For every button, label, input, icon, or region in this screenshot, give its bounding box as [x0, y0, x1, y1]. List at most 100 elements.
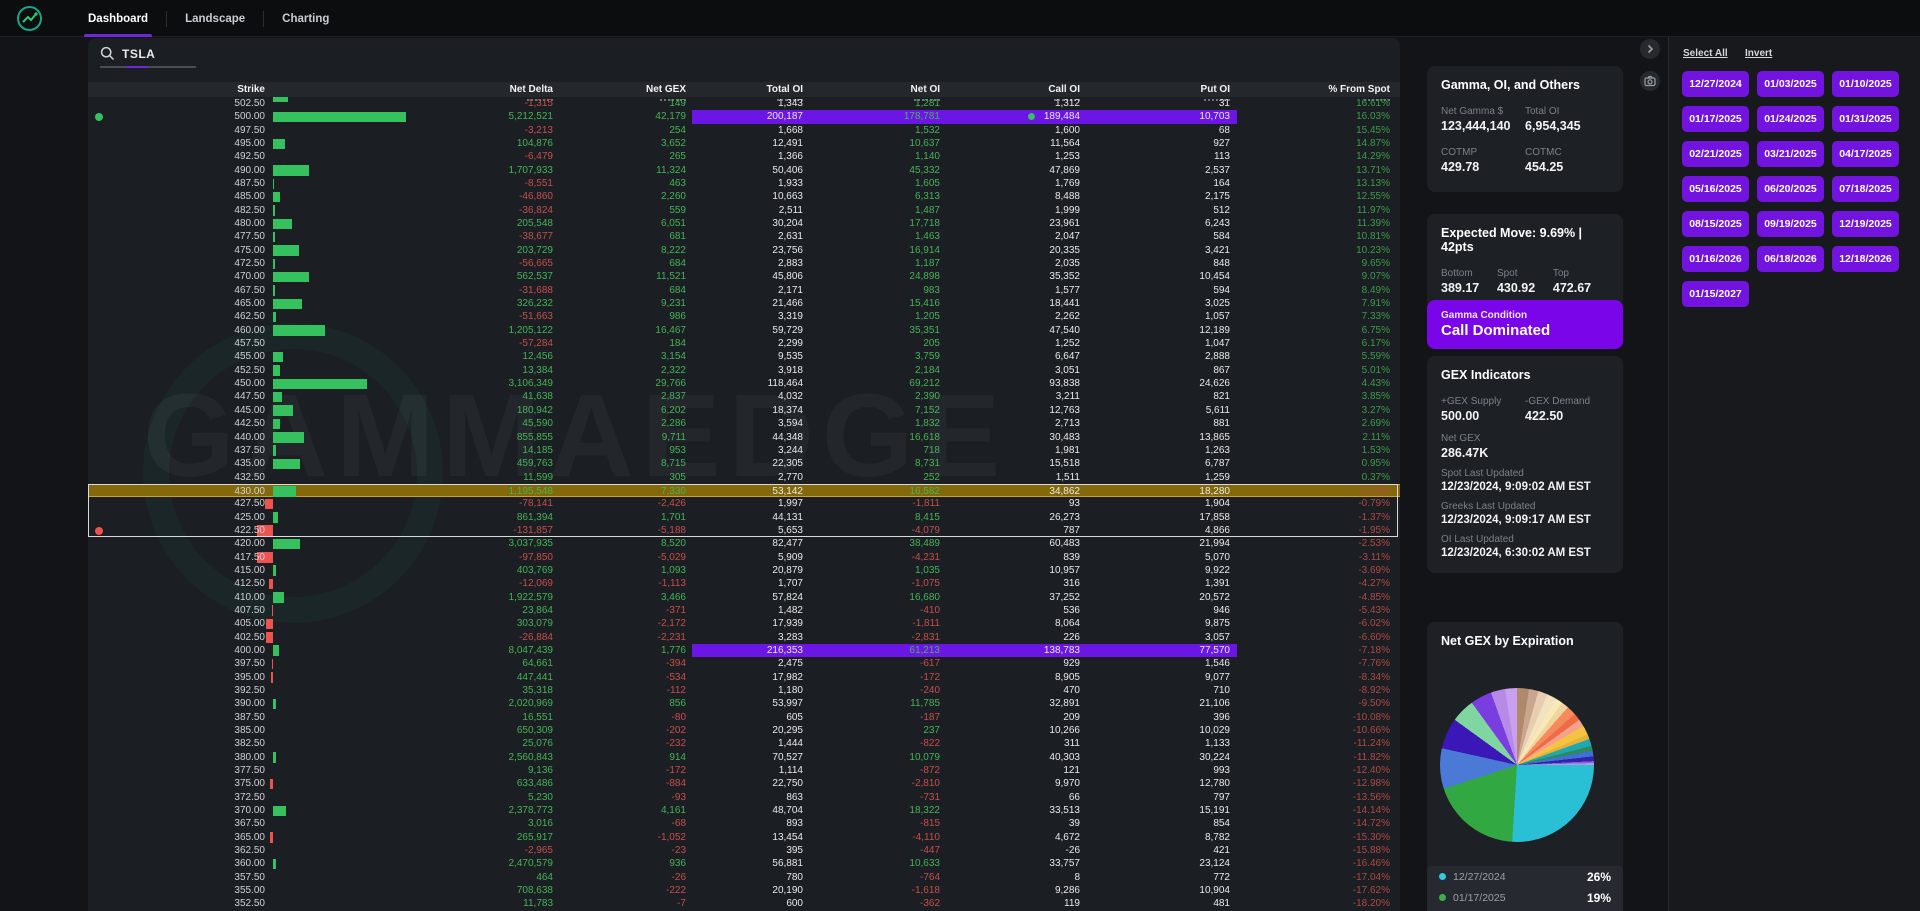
expiry-date-button[interactable]: 12/18/2026	[1832, 246, 1899, 272]
table-row[interactable]: 407.5023,864-3711,482-410536946-5.43%	[88, 604, 1400, 617]
table-row[interactable]: 447.5041,6382,8374,0322,3903,2118213.85%	[88, 390, 1400, 403]
table-row[interactable]: 487.50-8,5514631,9331,6051,76916413.13%	[88, 177, 1400, 190]
column-header-put-oi[interactable]: Put OI	[1080, 84, 1230, 95]
table-row[interactable]: 390.002,020,96985653,99711,78532,89121,1…	[88, 697, 1400, 710]
table-row[interactable]: 442.5045,5902,2863,5941,8322,7138812.69%	[88, 417, 1400, 430]
table-row[interactable]: 422.50-131,857-5,1885,653-4,0797874,866-…	[88, 524, 1400, 537]
expiry-date-button[interactable]: 01/15/2027	[1682, 281, 1749, 307]
table-row[interactable]: 397.5064,661-3942,475-6179291,546-7.76%	[88, 657, 1400, 670]
expiry-date-button[interactable]: 05/16/2025	[1682, 176, 1749, 202]
nav-tab-dashboard[interactable]: Dashboard	[70, 0, 166, 37]
column-header-net-delta[interactable]: Net Delta	[403, 84, 553, 95]
table-row[interactable]: 450.003,106,34929,766118,46469,21293,838…	[88, 377, 1400, 390]
expiry-date-button[interactable]: 02/21/2025	[1682, 141, 1749, 167]
ticker-search[interactable]: TSLA	[100, 44, 210, 66]
table-row[interactable]: 455.0012,4563,1549,5353,7596,6472,8885.5…	[88, 350, 1400, 363]
table-row[interactable]: 482.50-36,8245592,5111,4871,99951211.97%	[88, 204, 1400, 217]
table-row[interactable]: 490.001,707,93311,32450,40645,33247,8692…	[88, 164, 1400, 177]
expiry-date-button[interactable]: 07/18/2025	[1832, 176, 1899, 202]
expiry-date-button[interactable]: 06/18/2026	[1757, 246, 1824, 272]
table-row[interactable]: 417.50-97,850-5,0295,909-4,2318395,070-3…	[88, 551, 1400, 564]
nav-tab-landscape[interactable]: Landscape	[167, 0, 263, 37]
search-input[interactable]: TSLA	[122, 47, 155, 61]
table-row[interactable]: 355.00708,638-22220,190-1,6189,28610,904…	[88, 884, 1400, 897]
column-header-strike[interactable]: Strike	[115, 84, 265, 95]
table-row[interactable]: 402.50-26,884-2,2313,283-2,8312263,057-6…	[88, 631, 1400, 644]
table-row[interactable]: 502.50-1,3151491,3431,2811,3123116.61%	[88, 97, 1400, 110]
table-row[interactable]: 387.5016,551-80605-187209396-10.08%	[88, 711, 1400, 724]
table-row[interactable]: 425.00861,3941,70144,1318,41526,27317,85…	[88, 511, 1400, 524]
table-row[interactable]: 460.001,205,12216,46759,72935,35147,5401…	[88, 324, 1400, 337]
column-header--from-spot[interactable]: % From Spot	[1240, 84, 1390, 95]
table-row[interactable]: 415.00403,7691,09320,8791,03510,9579,922…	[88, 564, 1400, 577]
table-row[interactable]: 445.00180,9426,20218,3747,15212,7635,611…	[88, 404, 1400, 417]
table-row[interactable]: 372.505,230-93863-73166797-13.56%	[88, 791, 1400, 804]
table-row[interactable]: 362.50-2,965-23395-447-26421-15.88%	[88, 844, 1400, 857]
nav-tab-charting[interactable]: Charting	[264, 0, 347, 37]
table-row[interactable]: 485.00-46,8602,26010,6636,3138,4882,1751…	[88, 190, 1400, 203]
cell-coi: 536	[982, 605, 1080, 616]
legend-row[interactable]: 12/27/202426%	[1427, 866, 1623, 887]
expiry-date-button[interactable]: 06/20/2025	[1757, 176, 1824, 202]
table-row[interactable]: 420.003,037,9358,52082,47738,48960,48321…	[88, 537, 1400, 550]
table-row[interactable]: 410.001,922,5793,46657,82416,68037,25220…	[88, 591, 1400, 604]
table-row[interactable]: 392.5035,318-1121,180-240470710-8.92%	[88, 684, 1400, 697]
table-row[interactable]: 430.001,195,5487,33053,14216,58234,86218…	[88, 484, 1400, 497]
expiry-date-button[interactable]: 01/17/2025	[1682, 106, 1749, 132]
table-row[interactable]: 467.50-31,6886842,1719831,5775948.49%	[88, 284, 1400, 297]
table-row[interactable]: 375.00633,486-88422,750-2,8109,97012,780…	[88, 777, 1400, 790]
expiry-date-button[interactable]: 08/15/2025	[1682, 211, 1749, 237]
select-all-link[interactable]: Select All	[1683, 48, 1728, 59]
screenshot-button[interactable]	[1640, 71, 1660, 91]
legend-row[interactable]: 01/17/202519%	[1427, 887, 1623, 908]
table-row[interactable]: 365.00265,917-1,05213,454-4,1104,6728,78…	[88, 831, 1400, 844]
column-header-net-oi[interactable]: Net OI	[790, 84, 940, 95]
table-row[interactable]: 367.503,016-68893-81539854-14.72%	[88, 817, 1400, 830]
table-row[interactable]: 382.5025,076-2321,444-8223111,133-11.24%	[88, 737, 1400, 750]
expiry-date-button[interactable]: 01/10/2025	[1832, 71, 1899, 97]
expiry-date-button[interactable]: 12/27/2024	[1682, 71, 1749, 97]
table-row[interactable]: 500.005,212,52142,179200,187178,781189,4…	[88, 110, 1400, 123]
collapse-panel-button[interactable]	[1640, 39, 1660, 59]
table-row[interactable]: 495.00104,8763,65212,49110,63711,5649271…	[88, 137, 1400, 150]
expiry-date-button[interactable]: 01/16/2026	[1682, 246, 1749, 272]
table-row[interactable]: 497.50-3,2132541,6681,5321,6006815.45%	[88, 124, 1400, 137]
table-row[interactable]: 472.50-56,6656842,8831,1872,0358489.65%	[88, 257, 1400, 270]
table-row[interactable]: 400.008,047,4391,776216,35361,213138,783…	[88, 644, 1400, 657]
table-row[interactable]: 492.50-6,4792651,3661,1401,25311314.29%	[88, 150, 1400, 163]
table-row[interactable]: 452.5013,3842,3223,9182,1843,0518675.01%	[88, 364, 1400, 377]
table-row[interactable]: 480.00205,5486,05130,20417,71823,9616,24…	[88, 217, 1400, 230]
table-row[interactable]: 437.5014,1859533,2447181,9811,2631.53%	[88, 444, 1400, 457]
table-row[interactable]: 395.00447,441-53417,982-1728,9059,077-8.…	[88, 671, 1400, 684]
table-row[interactable]: 470.00562,53711,52145,80624,89835,35210,…	[88, 270, 1400, 283]
table-row[interactable]: 475.00203,7298,22223,75616,91420,3353,42…	[88, 244, 1400, 257]
expiry-date-button[interactable]: 04/17/2025	[1832, 141, 1899, 167]
table-row[interactable]: 465.00326,2329,23121,46615,41618,4413,02…	[88, 297, 1400, 310]
column-header-call-oi[interactable]: Call OI	[930, 84, 1080, 95]
expiry-date-button[interactable]: 12/19/2025	[1832, 211, 1899, 237]
table-row[interactable]: 360.002,470,57993656,88110,63333,75723,1…	[88, 857, 1400, 870]
table-row[interactable]: 432.5011,5993052,7702521,5111,2590.37%	[88, 471, 1400, 484]
invert-link[interactable]: Invert	[1745, 48, 1772, 59]
table-row[interactable]: 357.50464-26780-7648772-17.04%	[88, 871, 1400, 884]
table-row[interactable]: 462.50-51,6639863,3191,2052,2621,0577.33…	[88, 310, 1400, 323]
expiry-date-button[interactable]: 09/19/2025	[1757, 211, 1824, 237]
expiry-date-button[interactable]: 01/31/2025	[1832, 106, 1899, 132]
table-row[interactable]: 435.00459,7638,71522,3058,73115,5186,787…	[88, 457, 1400, 470]
table-row[interactable]: 370.002,378,7734,16148,70418,32233,51315…	[88, 804, 1400, 817]
expiry-date-button[interactable]: 03/21/2025	[1757, 141, 1824, 167]
table-row[interactable]: 427.50-78,141-2,4261,997-1,811931,904-0.…	[88, 497, 1400, 510]
expiry-date-button[interactable]: 01/03/2025	[1757, 71, 1824, 97]
table-row[interactable]: 405.00303,079-2,17217,939-1,8118,0649,87…	[88, 617, 1400, 630]
table-row[interactable]: 477.50-38,6776812,6311,4632,04758410.81%	[88, 230, 1400, 243]
table-row[interactable]: 377.509,136-1721,114-872121993-12.40%	[88, 764, 1400, 777]
table-row[interactable]: 380.002,560,84391470,52710,07940,30330,2…	[88, 751, 1400, 764]
expiry-date-button[interactable]: 01/24/2025	[1757, 106, 1824, 132]
table-row[interactable]: 457.50-57,2841842,2992051,2521,0476.17%	[88, 337, 1400, 350]
app-logo-icon[interactable]	[16, 5, 43, 32]
table-row[interactable]: 440.00855,8559,71144,34816,61830,48313,8…	[88, 431, 1400, 444]
table-row[interactable]: 385.00650,309-20220,29523710,26610,029-1…	[88, 724, 1400, 737]
table-row[interactable]: 352.5011,783-7600-362119481-18.20%	[88, 897, 1400, 910]
column-header-total-oi[interactable]: Total OI	[653, 84, 803, 95]
table-row[interactable]: 412.50-12,069-1,1131,707-1,0753161,391-4…	[88, 577, 1400, 590]
